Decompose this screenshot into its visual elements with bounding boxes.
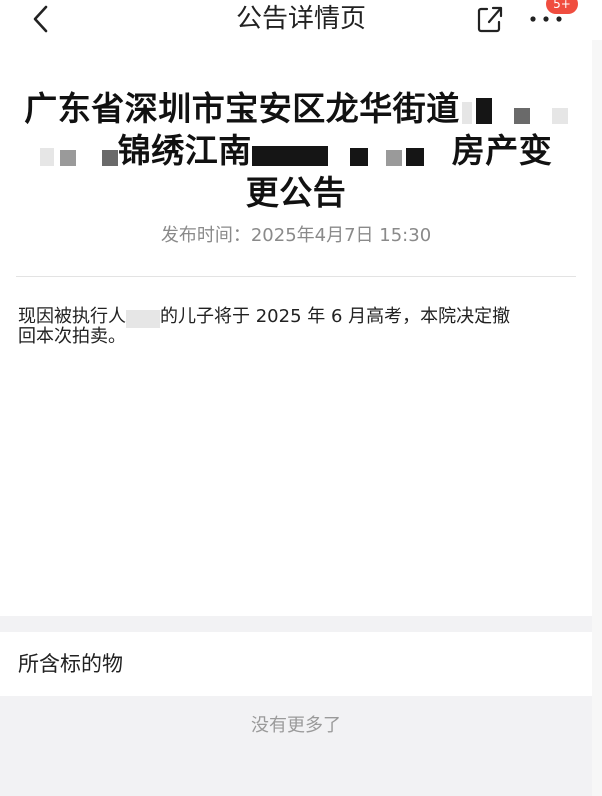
body-line-2: 回本次拍卖。: [18, 326, 126, 347]
redaction-block: [385, 150, 402, 166]
page-title: 公告详情页: [235, 4, 366, 34]
share-icon: [477, 6, 503, 33]
publish-time: 发布时间：2025年4月7日 15:30: [160, 225, 432, 246]
more-dots-icon: [530, 16, 562, 22]
redaction-block: [349, 148, 368, 166]
announcement-title: 广东省深圳市宝安区龙华街道 锦绣江南 房产变 更公告: [8, 88, 584, 214]
redaction-block: [461, 102, 472, 124]
redaction-block: [101, 150, 118, 166]
notification-badge: 5+: [546, 0, 578, 14]
no-more-indicator: 没有更多了: [251, 715, 341, 736]
redaction-block: [551, 108, 568, 124]
redaction-block: [475, 98, 492, 124]
title-text-2b: 房产变: [451, 131, 553, 170]
included-items-section: 所含标的物: [0, 632, 592, 696]
more-button[interactable]: 5+: [526, 0, 578, 34]
announcement-article: 广东省深圳市宝安区龙华街道 锦绣江南 房产变 更公告 发布时间：2025年4月7日…: [0, 40, 592, 616]
announcement-body: 现因被执行人 的儿子将于 2025 年 6 月高考，本院决定撤 回本次拍卖。: [18, 308, 578, 346]
redaction-block: [405, 148, 424, 166]
title-line-3: 更公告: [245, 173, 347, 212]
body-text-1: 现因被执行人: [18, 306, 126, 327]
redaction-block: [126, 310, 160, 328]
title-text-1: 广东省深圳市宝安区龙华街道: [24, 89, 460, 128]
redaction-block: [39, 148, 54, 166]
redaction-block: [251, 146, 328, 166]
scroll-edge: [592, 40, 602, 796]
redaction-block: [513, 108, 530, 124]
redaction-block: [59, 150, 76, 166]
section-title: 所含标的物: [18, 652, 123, 676]
page: 公告详情页 5+ 广东省深圳市宝安区龙华街道 锦绣江南 房产变 更公告 发布时间…: [0, 0, 602, 796]
divider: [16, 276, 576, 277]
title-text-2a: 锦绣江南: [117, 131, 252, 170]
title-line-2: 锦绣江南 房产变: [8, 130, 584, 172]
title-line-1: 广东省深圳市宝安区龙华街道: [8, 88, 584, 130]
body-text-2: 的儿子将于 2025 年 6 月高考，本院决定撤: [160, 306, 511, 327]
share-button[interactable]: [475, 4, 505, 34]
body-line-1: 现因被执行人 的儿子将于 2025 年 6 月高考，本院决定撤: [18, 308, 578, 328]
top-nav-bar: 公告详情页 5+: [0, 0, 602, 40]
